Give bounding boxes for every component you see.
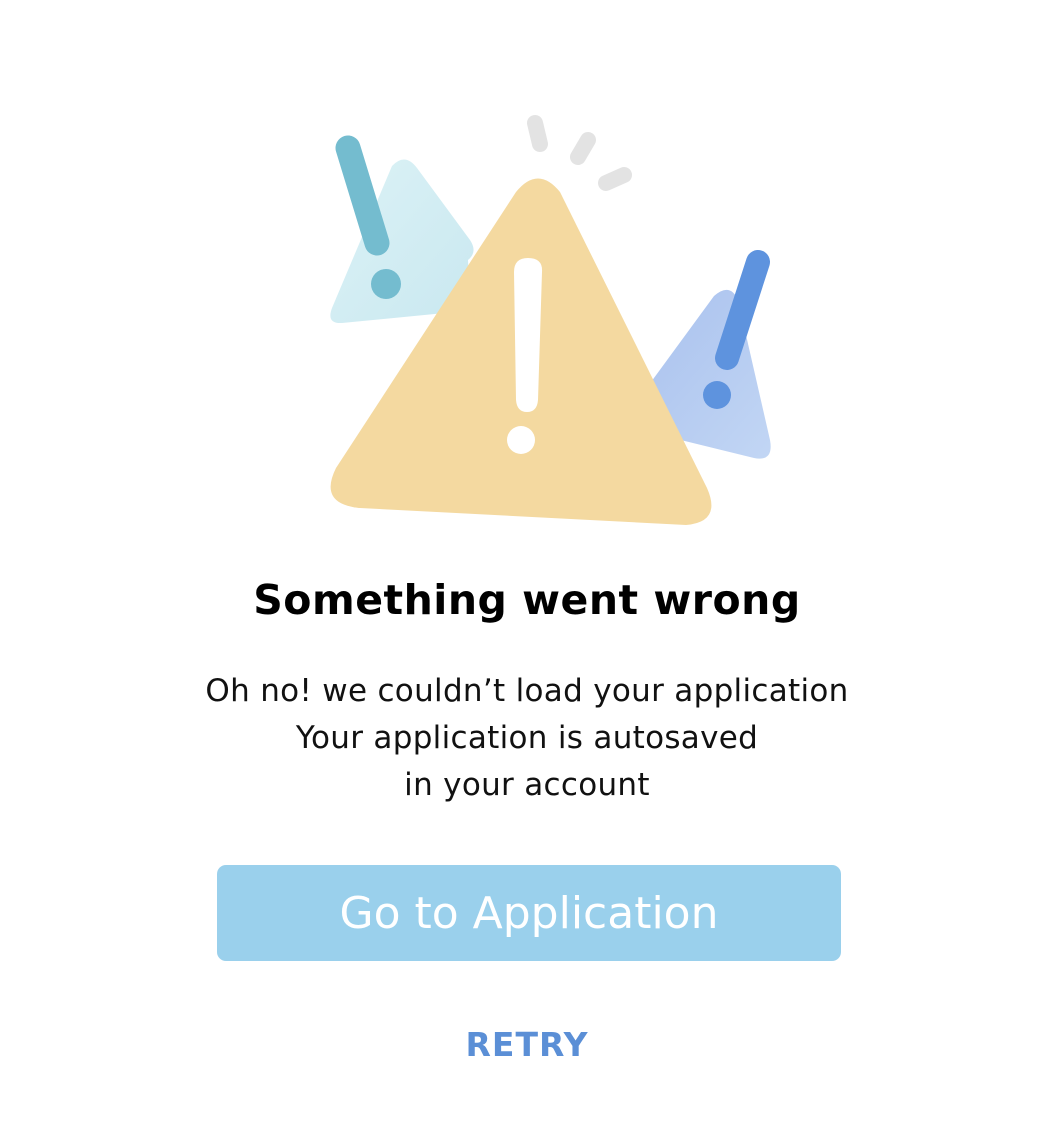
go-to-application-button[interactable]: Go to Application — [217, 865, 841, 961]
error-message-line: Oh no! we couldn’t load your application — [205, 673, 849, 709]
error-title: Something went wrong — [253, 576, 801, 624]
right-exclamation-icon — [715, 250, 770, 370]
retry-link[interactable]: RETRY — [427, 1020, 627, 1070]
exclamation-icon — [514, 258, 543, 412]
error-illustration — [330, 115, 771, 525]
left-exclamation-icon — [335, 135, 390, 256]
alert-spark-icon — [527, 115, 632, 191]
error-message: Oh no! we couldn’t load your application… — [0, 668, 1054, 809]
error-message-line: in your account — [404, 767, 650, 803]
error-message-line: Your application is autosaved — [295, 720, 759, 756]
